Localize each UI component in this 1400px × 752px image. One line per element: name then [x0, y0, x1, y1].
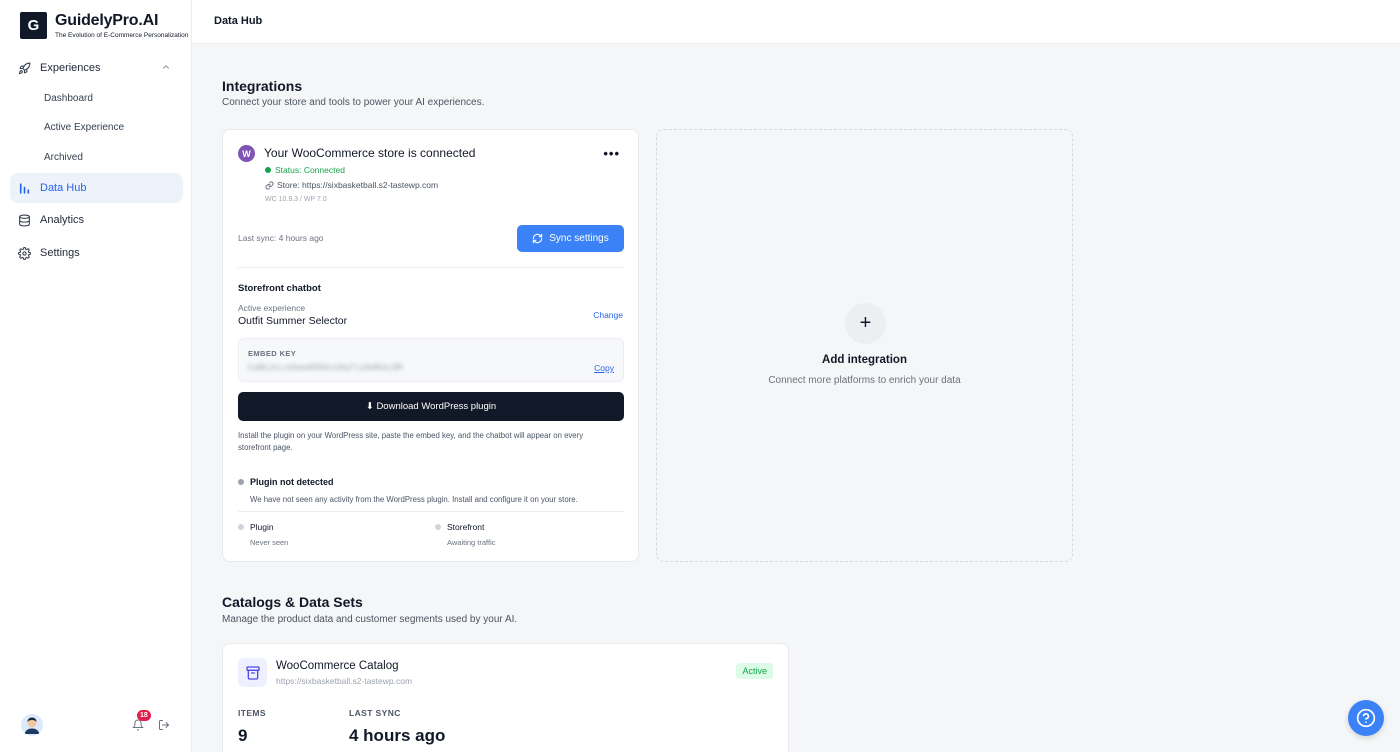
more-options-icon[interactable]: •••: [603, 146, 620, 161]
embed-key-label: EMBED KEY: [248, 349, 297, 358]
status-dot: [265, 167, 271, 173]
sync-icon: [532, 233, 543, 244]
catalog-url: https://sixbasketball.s2-tastewp.com: [276, 676, 413, 686]
plugin-sub: Never seen: [250, 538, 289, 547]
active-experience-value: Outfit Summer Selector: [238, 315, 348, 327]
last-sync: Last sync: 4 hours ago: [238, 233, 324, 243]
sync-settings-button[interactable]: Sync settings: [517, 225, 624, 252]
chevron-up-icon[interactable]: [161, 62, 171, 75]
plugin-status: Plugin not detected: [238, 477, 334, 487]
database-icon: [17, 213, 31, 227]
embed-key-box: EMBED KEY Ea8KjmiceHemdK86bvG0q7lxHeNhbc…: [238, 338, 624, 382]
integrations-title: Integrations: [222, 78, 303, 94]
storefront-sub: Awaiting traffic: [447, 538, 496, 547]
last-sync-label: LAST SYNC: [349, 708, 401, 718]
storefront-label: Storefront: [447, 522, 485, 532]
status-dot: [435, 524, 441, 530]
catalogs-subtitle: Manage the product data and customer seg…: [222, 614, 518, 625]
sync-settings-label: Sync settings: [549, 233, 609, 244]
download-plugin-button[interactable]: ⬇ Download WordPress plugin: [238, 392, 624, 421]
version-info: WC 10.9.3 / WP 7.0: [265, 196, 327, 203]
sidebar: G GuidelyPro.AI The Evolution of E-Comme…: [0, 0, 192, 752]
storefront-chatbot-title: Storefront chatbot: [238, 283, 321, 294]
add-integration-subtitle: Connect more platforms to enrich your da…: [768, 375, 961, 386]
plugin-status-title: Plugin not detected: [250, 477, 334, 487]
avatar[interactable]: [21, 714, 43, 736]
store-url-text: Store: https://sixbasketball.s2-tastewp.…: [277, 180, 439, 190]
plugin-indicator: Plugin: [238, 522, 274, 532]
brand-tagline: The Evolution of E-Commerce Personalizat…: [55, 32, 189, 39]
archive-icon: [238, 658, 267, 687]
brand-logo: G: [20, 12, 47, 39]
items-value: 9: [238, 726, 248, 745]
active-experience-label: Active experience: [238, 303, 306, 313]
woocommerce-logo: W: [238, 145, 255, 162]
sidebar-subitem-active-experience[interactable]: Active Experience: [44, 122, 124, 133]
add-integration-card[interactable]: + Add integration Connect more platforms…: [656, 129, 1073, 562]
help-button[interactable]: [1348, 700, 1384, 736]
embed-key-value: Ea8KjmiceHemdK86bvG0q7lxHeNhbcDM: [248, 363, 403, 372]
gear-icon: [17, 246, 31, 260]
plus-icon[interactable]: +: [845, 303, 886, 344]
change-link[interactable]: Change: [593, 310, 623, 320]
status-dot: [238, 524, 244, 530]
last-sync-value: 4 hours ago: [349, 726, 446, 745]
integrations-subtitle: Connect your store and tools to power yo…: [222, 97, 485, 108]
page-title: Data Hub: [214, 15, 263, 27]
store-url: Store: https://sixbasketball.s2-tastewp.…: [265, 180, 438, 190]
notification-badge: 18: [137, 710, 151, 721]
divider: [238, 511, 624, 512]
sidebar-item-label: Analytics: [40, 214, 85, 226]
link-icon: [265, 180, 274, 190]
items-label: ITEMS: [238, 708, 266, 718]
catalog-name: WooCommerce Catalog: [276, 660, 399, 672]
divider: [238, 267, 624, 268]
brand[interactable]: G GuidelyPro.AI The Evolution of E-Comme…: [20, 12, 188, 39]
question-icon: [1356, 708, 1376, 728]
sidebar-item-analytics[interactable]: Analytics: [10, 205, 183, 235]
install-help-text: Install the plugin on your WordPress sit…: [238, 431, 584, 452]
brand-name: GuidelyPro.AI: [55, 12, 159, 29]
bar-chart-icon: [17, 181, 31, 195]
status-text: Status: Connected: [275, 165, 345, 175]
add-integration-title: Add integration: [822, 354, 907, 366]
storefront-indicator: Storefront: [435, 522, 484, 532]
catalog-card[interactable]: WooCommerce Catalog https://sixbasketbal…: [222, 643, 789, 752]
sidebar-subitem-archived[interactable]: Archived: [44, 152, 83, 163]
rocket-icon: [17, 61, 31, 75]
sidebar-footer: 18: [0, 706, 192, 752]
catalogs-title: Catalogs & Data Sets: [222, 594, 363, 610]
sidebar-item-data-hub[interactable]: Data Hub: [10, 173, 183, 203]
topbar: Data Hub: [192, 0, 1400, 44]
sidebar-item-settings[interactable]: Settings: [10, 238, 183, 268]
sidebar-subitem-dashboard[interactable]: Dashboard: [44, 93, 93, 104]
sidebar-item-label: Settings: [40, 247, 80, 259]
status-badge: Active: [736, 663, 773, 679]
status-dot: [238, 479, 244, 485]
plugin-label: Plugin: [250, 522, 274, 532]
logout-icon[interactable]: [158, 718, 170, 736]
connection-status: Status: Connected: [265, 165, 345, 175]
plugin-status-desc: We have not seen any activity from the W…: [250, 495, 578, 504]
sidebar-item-label: Data Hub: [40, 182, 87, 194]
sidebar-item-experiences[interactable]: Experiences: [10, 53, 183, 83]
sidebar-item-label: Experiences: [40, 62, 101, 74]
copy-link[interactable]: Copy: [594, 363, 614, 373]
integration-title: Your WooCommerce store is connected: [264, 146, 476, 160]
woocommerce-integration-card: W Your WooCommerce store is connected ••…: [222, 129, 639, 562]
